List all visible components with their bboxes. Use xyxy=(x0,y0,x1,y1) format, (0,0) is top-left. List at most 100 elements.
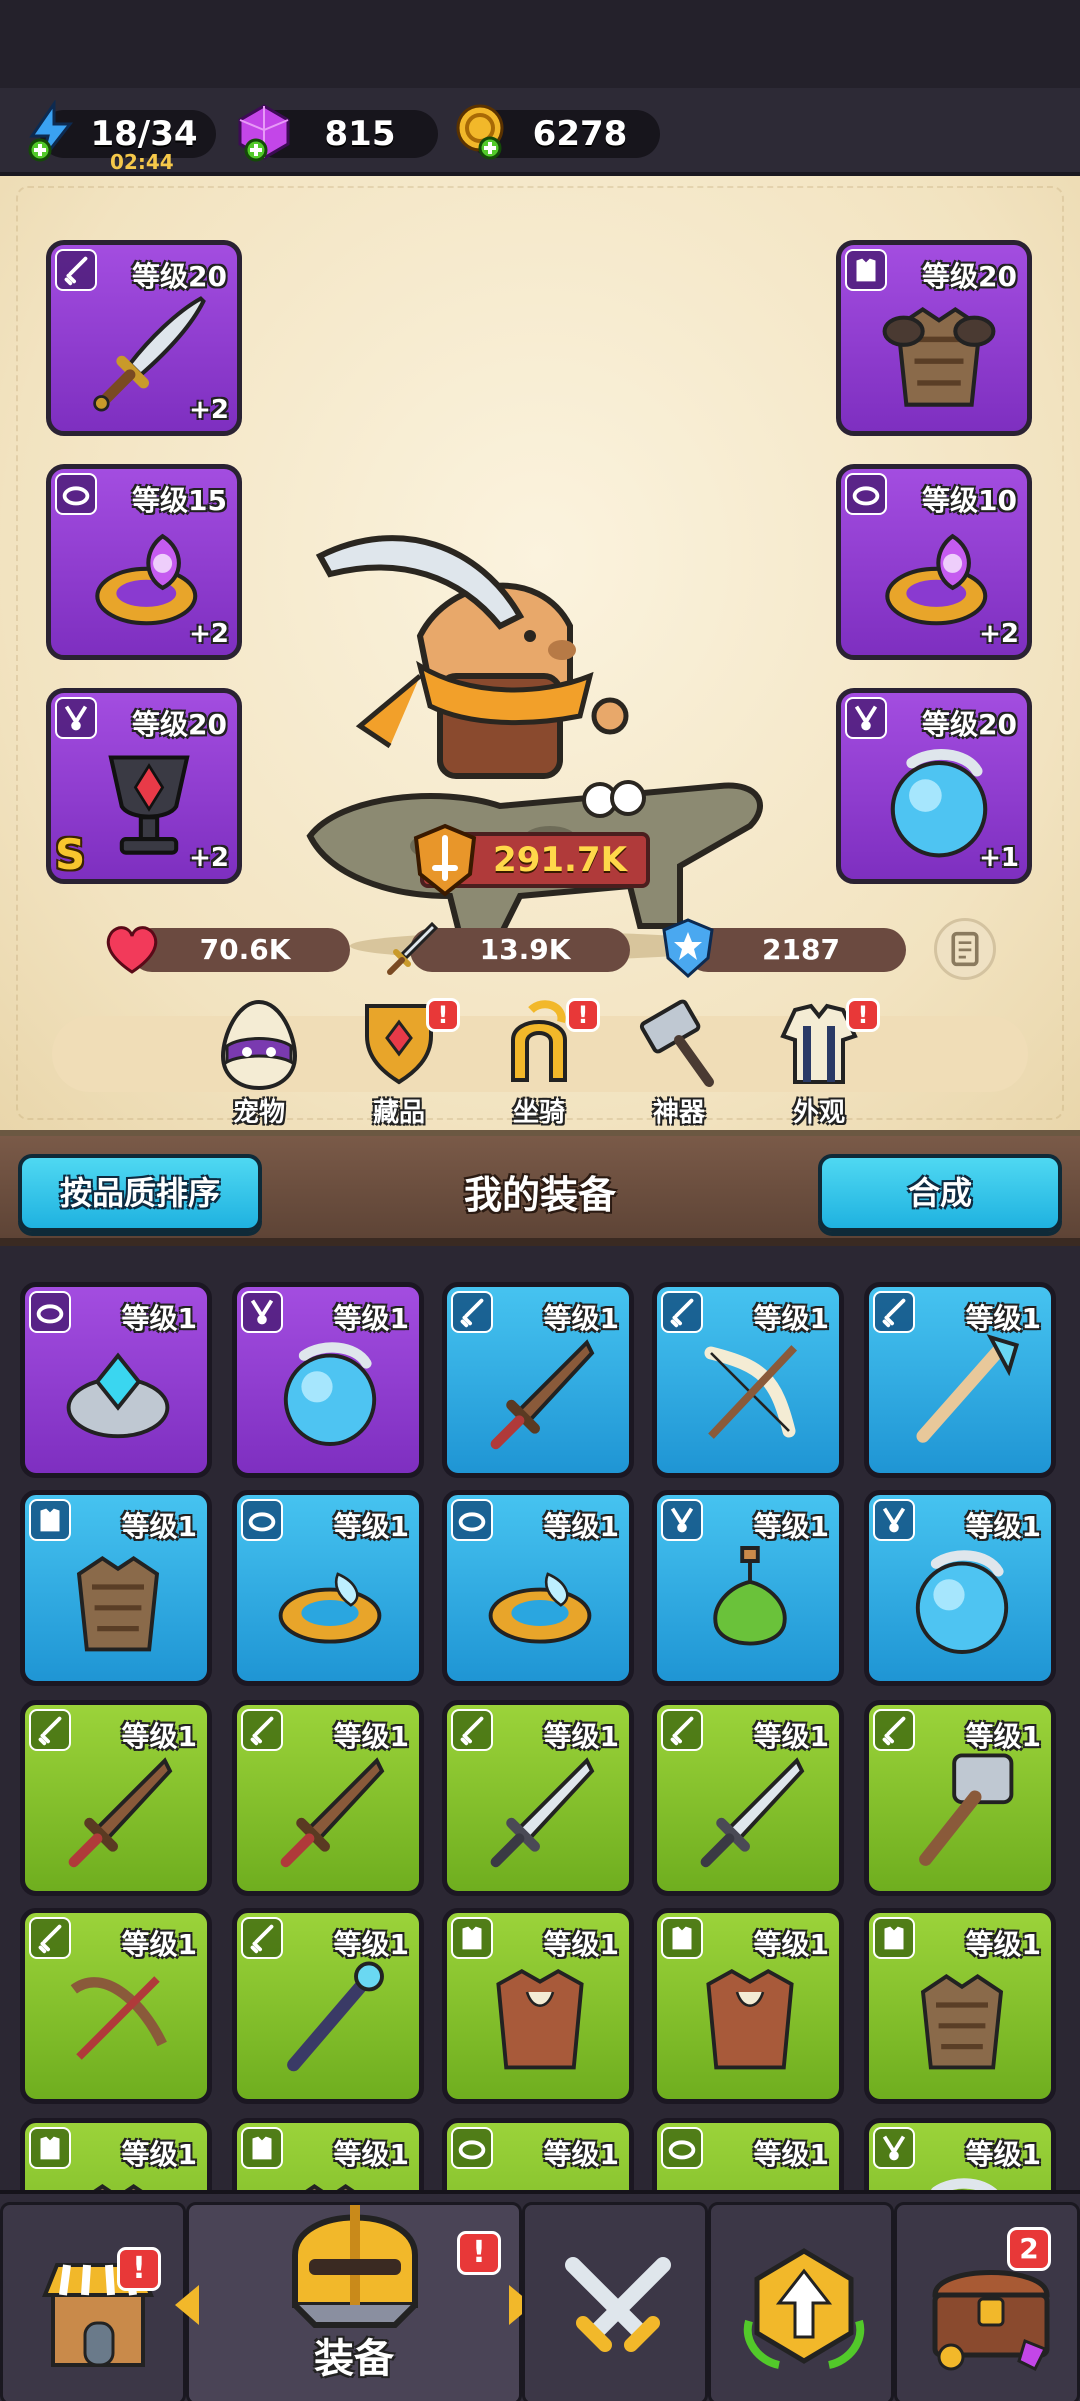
power-shield-icon xyxy=(413,823,477,897)
steel-sword-icon xyxy=(490,1757,595,1868)
gold-coin-plus-icon[interactable] xyxy=(450,100,514,164)
inventory-title: 我的装备 xyxy=(463,1173,616,1217)
wooden-sword-icon xyxy=(68,1757,173,1868)
inventory-item[interactable]: 等级1 xyxy=(442,1700,634,1896)
alert-badge: ! xyxy=(457,2231,501,2275)
feature-artifact[interactable]: 神器 xyxy=(624,996,734,1128)
helmet-icon xyxy=(292,2205,418,2328)
alert-badge: ! xyxy=(117,2247,161,2291)
heart-icon xyxy=(106,926,158,974)
feature-collection[interactable]: 藏品 ! xyxy=(344,996,460,1128)
sort-by-quality-button[interactable]: 按品质排序 xyxy=(18,1154,262,1232)
inventory-item[interactable]: 等级1 xyxy=(864,1490,1056,1686)
inventory-item[interactable]: 等级1 xyxy=(652,1282,844,1478)
inventory-item[interactable]: 等级1 xyxy=(232,1908,424,2104)
feature-mount[interactable]: 坐骑 ! xyxy=(484,996,600,1128)
character-panel: 等级20 +2 等级15 +2 等级20 S +2 等级20 等级10 +2 等… xyxy=(0,176,1080,1136)
nav-left-arrow-icon xyxy=(175,2285,199,2325)
bottom-nav: ! ! 装备 2 xyxy=(0,2190,1080,2401)
merge-button[interactable]: 合成 xyxy=(818,1154,1062,1232)
slot-plus: +2 xyxy=(189,395,229,425)
slot-plus: +1 xyxy=(979,843,1019,873)
feature-label: 坐骑 xyxy=(512,1098,565,1128)
sword-icon xyxy=(387,921,439,975)
inventory-item[interactable]: 等级1 xyxy=(652,1700,844,1896)
feature-label: 宠物 xyxy=(232,1098,285,1128)
shield-icon xyxy=(662,918,714,979)
feature-pet[interactable]: 宠物 xyxy=(204,996,314,1128)
inventory-item[interactable]: 等级1 xyxy=(652,1908,844,2104)
inventory-item[interactable]: 等级1 xyxy=(442,1490,634,1686)
inventory-item[interactable]: 等级1 xyxy=(864,1700,1056,1896)
slot-rank: S xyxy=(55,830,86,879)
inventory-item[interactable]: 等级1 xyxy=(232,2118,424,2194)
stat-def-value: 2187 xyxy=(762,933,840,966)
inventory-item[interactable]: 等级1 xyxy=(20,1282,212,1478)
nav-tab-upgrade[interactable] xyxy=(708,2202,894,2401)
slot-plus: +2 xyxy=(189,619,229,649)
ring-icon xyxy=(488,1572,592,1644)
inventory-item[interactable]: 等级1 xyxy=(864,2118,1056,2194)
coins-value: 6278 xyxy=(532,114,628,154)
resource-bar: 18/34 02:44 815 6278 xyxy=(0,88,1080,176)
nav-tab-equip[interactable]: ! 装备 xyxy=(175,2202,533,2401)
crossed-swords-icon xyxy=(565,2257,671,2352)
orb-icon xyxy=(283,1342,377,1446)
war-hammer-icon xyxy=(919,1753,1014,1866)
equip-slot-ring-right[interactable]: 等级10 +2 xyxy=(836,464,1032,660)
equip-slot-armor[interactable]: 等级20 xyxy=(836,240,1032,436)
inventory-grid: 等级1 等级1 等级1 等级1 等级1 等级1 等级1 等级1 等级1 等级1 等级1 等级1 等级1 等… xyxy=(0,1254,1080,2194)
inventory-item[interactable]: 等级1 xyxy=(20,1700,212,1896)
gems-value: 815 xyxy=(324,114,396,154)
nav-label-equip: 装备 xyxy=(314,2336,394,2382)
crossbow-icon xyxy=(70,1976,167,2060)
purple-gem-plus-icon[interactable] xyxy=(232,100,296,164)
alert-badge: ! xyxy=(426,998,460,1032)
magic-staff-icon xyxy=(287,1961,384,2072)
equip-slot-ring-left[interactable]: 等级15 +2 xyxy=(46,464,242,660)
stat-hp-value: 70.6K xyxy=(199,933,291,966)
lightning-plus-icon[interactable] xyxy=(20,100,84,164)
equip-slot-amulet[interactable]: 等级20 +1 xyxy=(836,688,1032,884)
crystal-staff-icon xyxy=(916,1334,1020,1443)
feature-label: 藏品 xyxy=(372,1098,425,1128)
equip-slot-necklace[interactable]: 等级20 S +2 xyxy=(46,688,242,884)
alert-badge: ! xyxy=(566,998,600,1032)
inventory-item[interactable]: 等级1 xyxy=(442,1282,634,1478)
feature-label: 神器 xyxy=(652,1098,705,1128)
armor-icon xyxy=(882,307,996,407)
nav-tab-shop[interactable]: ! xyxy=(0,2202,186,2401)
inventory-item[interactable]: 等级1 xyxy=(232,1490,424,1686)
inventory-item[interactable]: 等级1 xyxy=(20,1490,212,1686)
leather-armor-icon xyxy=(496,1968,584,2070)
energy-timer: 02:44 xyxy=(110,150,174,174)
armor-icon xyxy=(920,1974,1004,2070)
stats-detail-button[interactable] xyxy=(934,918,996,980)
inventory-item[interactable]: 等级1 xyxy=(652,2118,844,2194)
inventory-item[interactable]: 等级1 xyxy=(20,2118,212,2194)
orb-icon xyxy=(915,1550,1009,1654)
upgrade-arrow-icon xyxy=(743,2248,865,2369)
nav-tab-battle[interactable] xyxy=(522,2202,708,2401)
slot-plus: +2 xyxy=(979,619,1019,649)
inventory-item[interactable]: 等级1 xyxy=(864,1282,1056,1478)
slot-plus: +2 xyxy=(189,843,229,873)
leather-armor-icon xyxy=(706,1968,794,2070)
wooden-sword-icon xyxy=(280,1757,385,1868)
alert-badge: ! xyxy=(846,998,880,1032)
feature-outfit[interactable]: 外观 ! xyxy=(764,996,880,1128)
inventory-item[interactable]: 等级1 xyxy=(20,1908,212,2104)
inventory-item[interactable]: 等级1 xyxy=(232,1700,424,1896)
nav-tab-chest[interactable]: 2 xyxy=(894,2202,1080,2401)
inventory-item[interactable]: 等级1 xyxy=(442,2118,634,2194)
inventory-item[interactable]: 等级1 xyxy=(442,1908,634,2104)
equip-slot-weapon[interactable]: 等级20 +2 xyxy=(46,240,242,436)
pet-egg-icon xyxy=(220,999,298,1091)
blue-gem-ring-icon xyxy=(66,1352,170,1439)
inventory-item[interactable]: 等级1 xyxy=(864,1908,1056,2104)
inventory-item[interactable]: 等级1 xyxy=(652,1490,844,1686)
wooden-sword-icon xyxy=(490,1339,595,1450)
inventory-item[interactable]: 等级1 xyxy=(232,1282,424,1478)
steel-sword-icon xyxy=(700,1757,805,1868)
green-potion-icon xyxy=(713,1546,787,1646)
